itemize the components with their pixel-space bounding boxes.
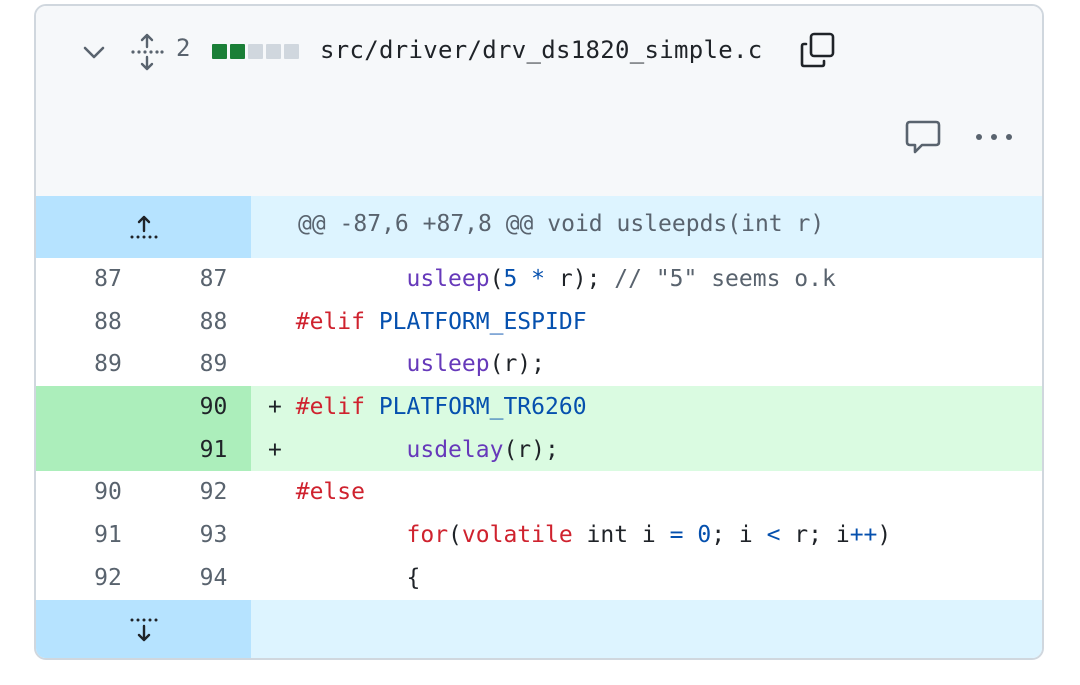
code-token: usleep (406, 266, 490, 292)
code-token: volatile (461, 522, 573, 549)
code-token: * (531, 266, 546, 292)
chevron-down-icon (83, 46, 105, 59)
code-token: #elif (295, 394, 365, 421)
code-token: (r); (489, 351, 545, 378)
diff-table: @@ -87,6 +87,8 @@ void usleepds(int r) 8… (36, 196, 1042, 658)
diff-line-context: 89 89 usleep(r); (36, 343, 1042, 386)
code-token: PLATFORM_ESPIDF (378, 308, 587, 335)
code-token: #else (295, 479, 365, 506)
new-line-number[interactable]: 88 (156, 301, 271, 344)
new-line-number[interactable]: 87 (156, 258, 271, 301)
diff-line-addition: 90 + #elif PLATFORM_TR6260 (36, 386, 1042, 429)
comment-button[interactable] (904, 118, 942, 156)
change-count: 2 (176, 34, 191, 62)
code-token: usleep (406, 351, 490, 378)
diff-line-context: 88 88 #elif PLATFORM_ESPIDF (36, 301, 1042, 344)
file-path-link[interactable]: src/driver/drv_ds1820_simple.c (320, 36, 762, 64)
new-line-number[interactable]: 90 (156, 386, 271, 429)
code-token: = (669, 522, 684, 549)
copy-icon (800, 32, 835, 68)
diff-marker (268, 565, 282, 591)
file-header: 2 src/driver/drv_ds1820_simple.c (36, 6, 1042, 198)
code-line: #else (268, 471, 365, 514)
code-token: r; i (780, 522, 850, 549)
code-token: { (295, 564, 421, 591)
diff-line-context: 91 93 for(volatile int i = 0; i < r; i++) (36, 514, 1042, 557)
diffstat-block (266, 44, 281, 59)
code-token: < (766, 522, 781, 549)
diff-marker: + (268, 436, 282, 463)
code-line: + #elif PLATFORM_TR6260 (268, 386, 587, 429)
code-line: usleep(5 * r); // "5" seems o.k (268, 258, 836, 301)
diff-line-context: 92 94 { (36, 557, 1042, 600)
code-line: #elif PLATFORM_ESPIDF (268, 301, 587, 344)
diff-file: 2 src/driver/drv_ds1820_simple.c @@ -87,… (34, 4, 1044, 660)
code-token: ++ (849, 522, 878, 549)
fold-down-icon (130, 618, 157, 641)
diff-line-addition: 91 + usdelay(r); (36, 428, 1042, 472)
code-token: ( (448, 522, 462, 549)
new-line-number[interactable]: 93 (156, 514, 271, 557)
code-token: int i (572, 522, 670, 549)
comment-icon (905, 120, 941, 154)
fold-up-icon (130, 215, 157, 239)
diff-marker (268, 479, 282, 505)
copy-path-button[interactable] (799, 30, 837, 70)
new-line-number[interactable]: 89 (156, 343, 271, 386)
hunk-header-text: @@ -87,6 +87,8 @@ void usleepds(int r) (298, 211, 825, 237)
code-line: for(volatile int i = 0; i < r; i++) (268, 514, 892, 557)
kebab-horizontal-icon (976, 134, 1012, 140)
new-line-number[interactable]: 91 (156, 429, 271, 472)
new-line-number[interactable]: 92 (156, 471, 271, 514)
diff-line-context: 90 92 #else (36, 471, 1042, 514)
diff-marker (268, 266, 282, 292)
collapse-button[interactable] (80, 39, 108, 67)
new-line-number[interactable]: 94 (156, 557, 271, 600)
diffstat-block (284, 44, 299, 59)
expand-down-button[interactable] (36, 599, 251, 658)
code-token: 0 (697, 522, 712, 549)
diff-marker (268, 309, 282, 335)
diffstat-block (230, 44, 245, 59)
code-token: ) (877, 522, 892, 549)
code-token: 5 (503, 266, 518, 292)
code-line: + usdelay(r); (268, 429, 559, 472)
unfold-icon (131, 33, 164, 71)
code-token: PLATFORM_TR6260 (378, 394, 587, 421)
expand-up-button[interactable] (36, 196, 251, 258)
expand-row (36, 599, 1042, 658)
diffstat-block (248, 44, 263, 59)
code-token: #elif (295, 308, 365, 335)
code-line: { (268, 557, 420, 600)
code-token: usdelay (406, 436, 504, 463)
diffstat-block (212, 44, 227, 59)
code-token: r); (545, 266, 615, 292)
code-token: ( (489, 266, 504, 292)
hunk-header-row: @@ -87,6 +87,8 @@ void usleepds(int r) (36, 196, 1042, 258)
diff-marker: + (268, 394, 282, 421)
diffstat (212, 44, 299, 59)
diff-line-context: 87 87 usleep(5 * r); // "5" seems o.k (36, 258, 1042, 301)
more-options-button[interactable] (972, 118, 1016, 156)
expand-all-button[interactable] (130, 32, 164, 72)
code-token: for (406, 522, 449, 549)
code-token: ; i (711, 522, 767, 549)
code-line: usleep(r); (268, 343, 545, 386)
diff-marker (268, 522, 282, 548)
code-token: (r); (503, 436, 559, 463)
code-token: // "5" seems o.k (614, 266, 836, 292)
diff-marker (268, 351, 282, 377)
